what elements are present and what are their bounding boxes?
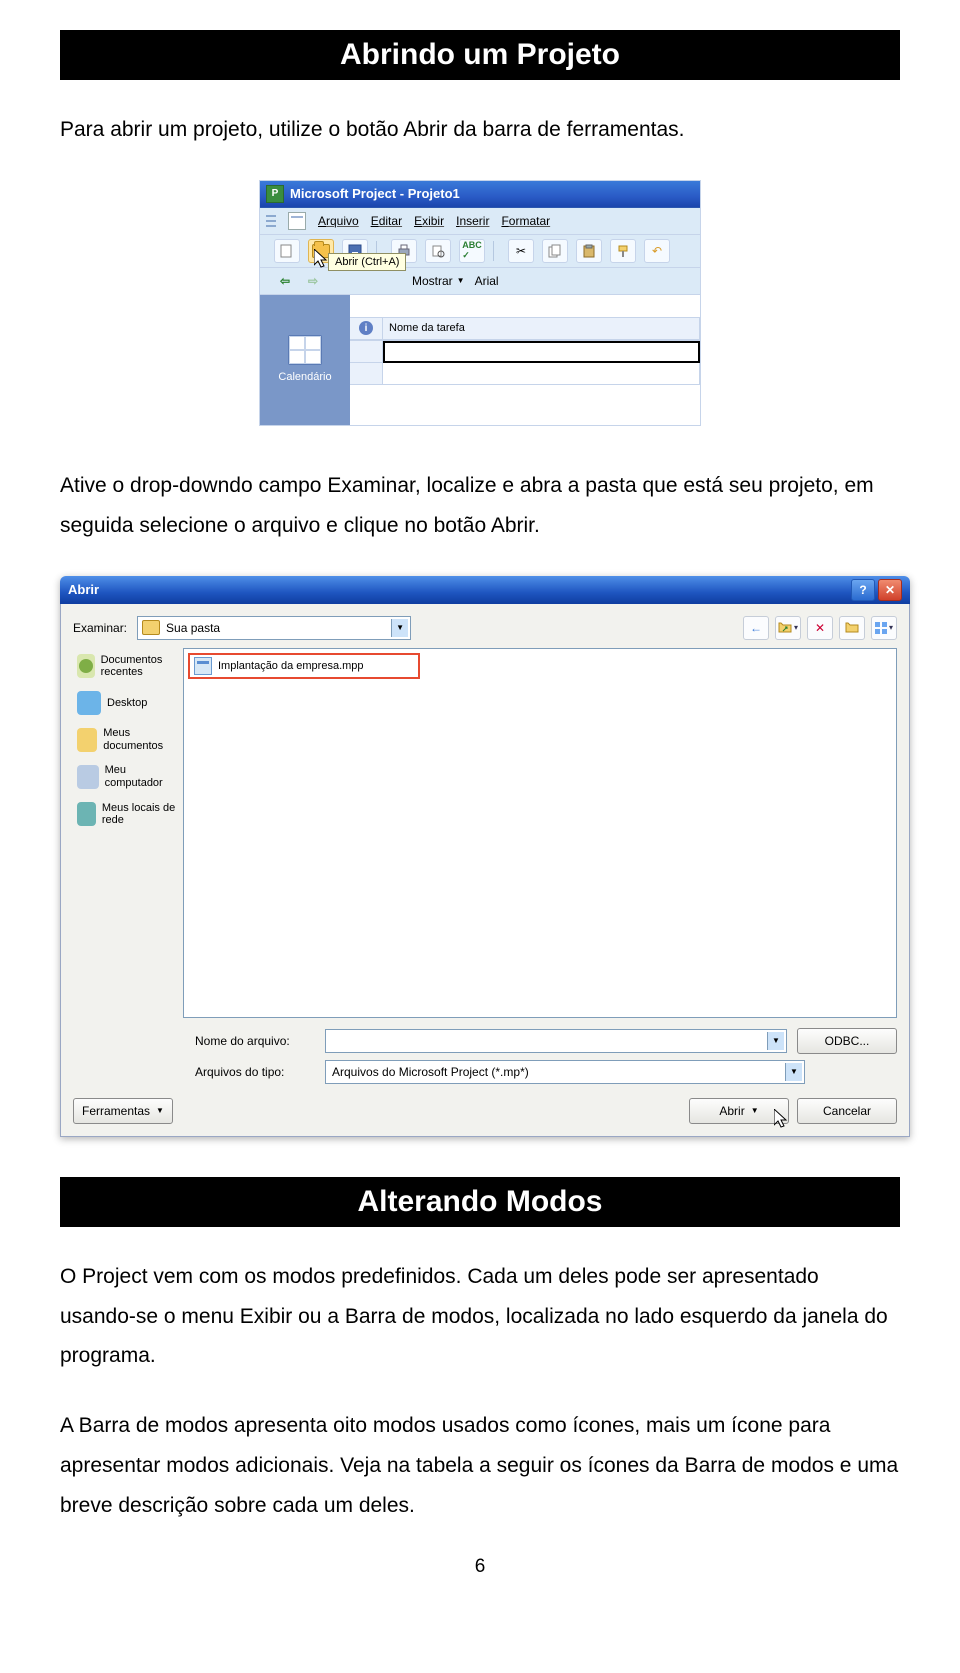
desktop-icon xyxy=(77,691,101,715)
menu-arquivo[interactable]: Arquivo xyxy=(318,214,359,228)
place-desktop[interactable]: Desktop xyxy=(73,685,183,721)
toolbar-grip-icon xyxy=(266,213,276,229)
page-number: 6 xyxy=(60,1556,900,1578)
info-icon: i xyxy=(359,321,373,335)
heading-alterando: Alterando Modos xyxy=(60,1177,900,1227)
format-painter-button[interactable] xyxy=(610,239,636,263)
document-icon xyxy=(288,212,306,230)
menu-bar: Arquivo Editar Exibir Inserir Formatar xyxy=(260,208,700,235)
paragraph-3: O Project vem com os modos predefinidos.… xyxy=(60,1257,900,1377)
dialog-titlebar: Abrir ? ✕ xyxy=(60,576,910,604)
view-bar: Calendário xyxy=(260,295,350,425)
back-button[interactable]: ⇦ xyxy=(276,272,294,290)
window-title: Microsoft Project - Projeto1 xyxy=(290,186,460,201)
filetype-dropdown[interactable]: Arquivos do Microsoft Project (*.mp*)▼ xyxy=(325,1060,805,1084)
task-cell[interactable] xyxy=(383,363,700,385)
menu-inserir[interactable]: Inserir xyxy=(456,214,489,228)
examinar-value: Sua pasta xyxy=(166,621,220,635)
place-network[interactable]: Meus locais de rede xyxy=(73,796,183,833)
heading-abrindo: Abrindo um Projeto xyxy=(60,30,900,80)
place-recent[interactable]: Documentos recentes xyxy=(73,648,183,685)
views-button[interactable] xyxy=(871,616,897,640)
help-button[interactable]: ? xyxy=(851,579,875,601)
examinar-label: Examinar: xyxy=(73,621,127,635)
filetype-label: Arquivos do tipo: xyxy=(195,1065,315,1079)
calendar-icon[interactable] xyxy=(288,335,322,365)
paste-button[interactable] xyxy=(576,239,602,263)
figure-open-dialog: Abrir ? ✕ Examinar: Sua pasta ▼ ← xyxy=(60,576,900,1137)
paragraph-4: A Barra de modos apresenta oito modos us… xyxy=(60,1406,900,1526)
dialog-title: Abrir xyxy=(68,582,99,597)
cancelar-button[interactable]: Cancelar xyxy=(797,1098,897,1124)
menu-formatar[interactable]: Formatar xyxy=(501,214,550,228)
mostrar-dropdown[interactable]: Mostrar▼ xyxy=(412,274,465,288)
cut-button[interactable]: ✂ xyxy=(508,239,534,263)
back-button[interactable]: ← xyxy=(743,616,769,640)
file-list[interactable]: Implantação da empresa.mpp xyxy=(183,648,897,1018)
folder-icon xyxy=(77,728,97,752)
task-sheet: i Nome da tarefa xyxy=(350,295,700,425)
recent-docs-icon xyxy=(77,654,95,678)
print-preview-button[interactable] xyxy=(425,239,451,263)
fwd-button[interactable]: ⇨ xyxy=(304,272,322,290)
menu-editar[interactable]: Editar xyxy=(371,214,402,228)
folder-icon xyxy=(142,620,160,635)
paragraph-2: Ative o drop-downdo campo Examinar, loca… xyxy=(60,466,900,546)
indicator-column-header: i xyxy=(350,318,383,340)
new-button[interactable] xyxy=(274,239,300,263)
filename-input[interactable]: ▼ xyxy=(325,1029,787,1053)
open-tooltip: Abrir (Ctrl+A) xyxy=(328,253,406,271)
file-item-selected[interactable]: Implantação da empresa.mpp xyxy=(188,653,420,679)
abrir-button[interactable]: Abrir▼ xyxy=(689,1098,789,1124)
cursor-icon xyxy=(774,1109,790,1132)
task-name-column-header: Nome da tarefa xyxy=(383,318,700,340)
up-button[interactable] xyxy=(775,616,801,640)
paragraph-1: Para abrir um projeto, utilize o botão A… xyxy=(60,110,900,150)
file-name: Implantação da empresa.mpp xyxy=(218,660,364,672)
odbc-button[interactable]: ODBC... xyxy=(797,1028,897,1054)
standard-toolbar: ABC✓ ✂ ↶ Abrir (Ctrl+A) xyxy=(260,235,700,268)
copy-button[interactable] xyxy=(542,239,568,263)
close-button[interactable]: ✕ xyxy=(878,579,902,601)
place-mydocs[interactable]: Meus documentos xyxy=(73,721,183,758)
formatting-toolbar: ⇦ ⇨ Mostrar▼ Arial xyxy=(260,268,700,295)
task-cell[interactable] xyxy=(383,341,700,363)
network-icon xyxy=(77,802,96,826)
mpp-file-icon xyxy=(194,657,212,675)
place-mypc[interactable]: Meu computador xyxy=(73,758,183,795)
chevron-down-icon: ▼ xyxy=(391,619,408,637)
figure-toolbar: P Microsoft Project - Projeto1 Arquivo E… xyxy=(60,180,900,426)
row-header xyxy=(350,341,383,363)
chevron-down-icon: ▼ xyxy=(785,1063,802,1081)
menu-exibir[interactable]: Exibir xyxy=(414,214,444,228)
delete-button[interactable]: ✕ xyxy=(807,616,833,640)
new-folder-button[interactable] xyxy=(839,616,865,640)
ms-project-icon: P xyxy=(266,185,284,203)
examinar-dropdown[interactable]: Sua pasta ▼ xyxy=(137,616,411,640)
separator xyxy=(493,241,500,261)
window-titlebar: P Microsoft Project - Projeto1 xyxy=(260,181,700,208)
font-dropdown[interactable]: Arial xyxy=(475,274,499,288)
row-header xyxy=(350,363,383,385)
computer-icon xyxy=(77,765,99,789)
places-bar: Documentos recentes Desktop Meus documen… xyxy=(73,648,183,1018)
undo-button[interactable]: ↶ xyxy=(644,239,670,263)
spellcheck-button[interactable]: ABC✓ xyxy=(459,239,485,263)
chevron-down-icon: ▼ xyxy=(767,1032,784,1050)
ferramentas-button[interactable]: Ferramentas▼ xyxy=(73,1098,173,1124)
filename-label: Nome do arquivo: xyxy=(195,1034,315,1048)
calendar-label[interactable]: Calendário xyxy=(278,371,331,383)
